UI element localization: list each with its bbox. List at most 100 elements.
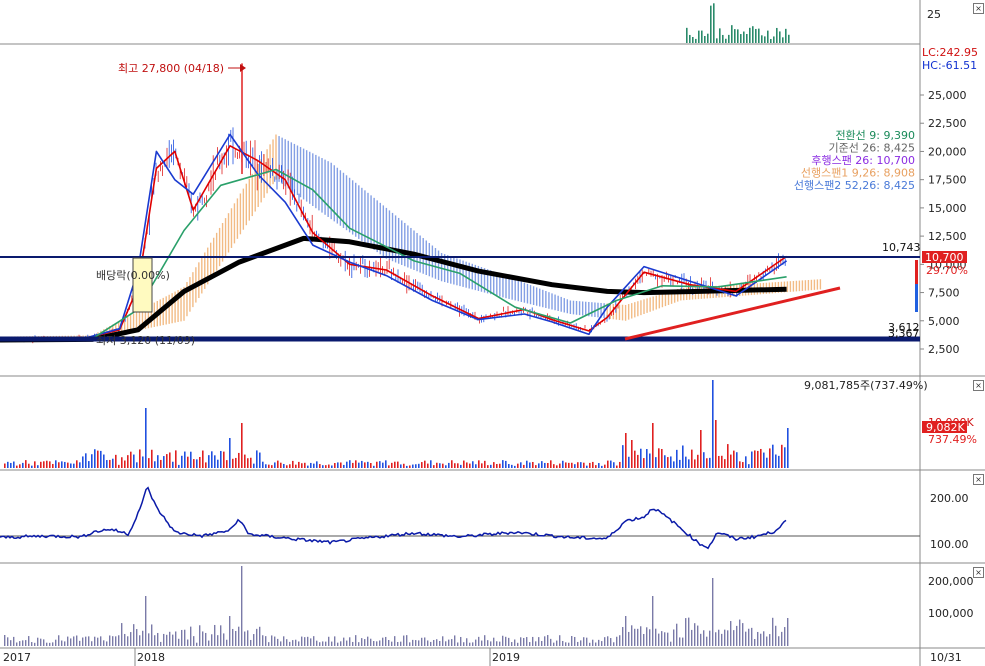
volume-panel-close-button[interactable]: × bbox=[973, 380, 984, 391]
volume-bar bbox=[457, 463, 459, 468]
volume-bar bbox=[151, 449, 153, 468]
indicator-bar bbox=[298, 641, 300, 646]
indicator-bar bbox=[193, 636, 195, 646]
indicator-bar bbox=[769, 634, 771, 646]
price-tick-label: 17,500 bbox=[928, 174, 967, 187]
volume-bar bbox=[361, 460, 363, 468]
volume-bar bbox=[589, 462, 591, 468]
volume-bar bbox=[310, 462, 312, 468]
volume-bar bbox=[52, 463, 54, 468]
osc-tick-200: 200.00 bbox=[930, 492, 969, 505]
indicator-bar bbox=[556, 640, 558, 646]
indicator-bar bbox=[22, 640, 24, 646]
volume-bar bbox=[412, 464, 414, 468]
indicator-bar bbox=[772, 617, 774, 646]
volume-bar bbox=[451, 460, 453, 468]
indicator-bar bbox=[739, 619, 741, 646]
price-box-value: 10,700 bbox=[925, 251, 964, 264]
indicator-bar bbox=[319, 642, 321, 646]
top-panel-bar bbox=[767, 30, 769, 43]
indicator-bar bbox=[712, 578, 714, 646]
indicator-bar bbox=[676, 623, 678, 646]
volume-bar bbox=[208, 455, 210, 468]
indicator-bar bbox=[211, 634, 213, 646]
indicator-bar bbox=[694, 623, 696, 646]
indicator-bar bbox=[76, 635, 78, 646]
indicator-bar bbox=[25, 640, 27, 646]
indicator-bar bbox=[157, 632, 159, 646]
volume-bar bbox=[436, 462, 438, 468]
indicator-bar bbox=[715, 632, 717, 646]
top-panel-close-button[interactable]: × bbox=[973, 3, 984, 14]
oscillator-panel-close-button[interactable]: × bbox=[973, 474, 984, 485]
indicator-bar bbox=[238, 626, 240, 646]
volume-bar bbox=[442, 463, 444, 468]
indicator-bar bbox=[316, 640, 318, 646]
volume-bar bbox=[280, 462, 282, 468]
volume-bar bbox=[226, 460, 228, 468]
indicator-bar bbox=[433, 639, 435, 646]
volume-bar bbox=[352, 462, 354, 468]
indicator-bar bbox=[91, 641, 93, 646]
volume-bar bbox=[592, 461, 594, 468]
volume-bar bbox=[628, 456, 630, 468]
volume-bar bbox=[763, 452, 765, 468]
indicator-bar bbox=[166, 634, 168, 646]
indicator-bar bbox=[463, 642, 465, 646]
indicator-bar bbox=[460, 636, 462, 646]
volume-bar bbox=[682, 445, 684, 468]
volume-bar bbox=[184, 451, 186, 468]
indicator-bar bbox=[475, 639, 477, 646]
volume-bar bbox=[382, 462, 384, 468]
indicator-bar bbox=[727, 630, 729, 646]
volume-bar bbox=[757, 450, 759, 468]
volume-bar bbox=[772, 444, 774, 468]
volume-bar bbox=[532, 461, 534, 468]
indicator-bar bbox=[262, 635, 264, 646]
volume-bar bbox=[277, 460, 279, 468]
indicator-bar bbox=[385, 636, 387, 646]
volume-bar bbox=[484, 460, 486, 468]
x-tick-2018: 2018 bbox=[137, 651, 165, 664]
volume-bar bbox=[319, 464, 321, 468]
volume-bar bbox=[169, 452, 171, 468]
indicator-bar bbox=[37, 637, 39, 646]
volume-bar bbox=[154, 461, 156, 468]
indicator-bar bbox=[163, 633, 165, 646]
volume-bar bbox=[625, 433, 627, 468]
volume-bar bbox=[448, 462, 450, 468]
volume-bar bbox=[670, 456, 672, 468]
volume-bar bbox=[28, 463, 30, 468]
volume-bar bbox=[367, 461, 369, 468]
volume-bar bbox=[490, 464, 492, 468]
volume-bar bbox=[364, 462, 366, 468]
volume-bar bbox=[253, 463, 255, 468]
indicator-bar bbox=[277, 638, 279, 646]
indicator-bar bbox=[7, 637, 9, 646]
indicator-panel-close-button[interactable]: × bbox=[973, 567, 984, 578]
volume-bar bbox=[724, 459, 726, 468]
volume-bar bbox=[616, 465, 618, 468]
volume-bar bbox=[181, 455, 183, 468]
indicator-bar bbox=[757, 631, 759, 646]
x-tick-date: 10/31 bbox=[930, 651, 962, 664]
indicator-bar bbox=[148, 633, 150, 646]
volume-bar bbox=[478, 460, 480, 468]
volume-bar bbox=[685, 456, 687, 468]
top-panel-bar bbox=[773, 36, 775, 43]
indicator-bar bbox=[496, 641, 498, 646]
volume-bar bbox=[175, 450, 177, 468]
indicator-bar bbox=[43, 639, 45, 646]
indicator-bar bbox=[778, 636, 780, 646]
volume-bar bbox=[778, 455, 780, 468]
indicator-bar bbox=[199, 625, 201, 646]
indicator-bar bbox=[658, 633, 660, 646]
volume-bar bbox=[598, 463, 600, 468]
volume-bar bbox=[397, 461, 399, 468]
volume-bar bbox=[619, 461, 621, 468]
volume-bar bbox=[220, 450, 222, 468]
volume-bar bbox=[4, 463, 6, 468]
indicator-bar bbox=[118, 635, 120, 646]
indicator-bar bbox=[34, 642, 36, 646]
indicator-bar bbox=[763, 631, 765, 646]
